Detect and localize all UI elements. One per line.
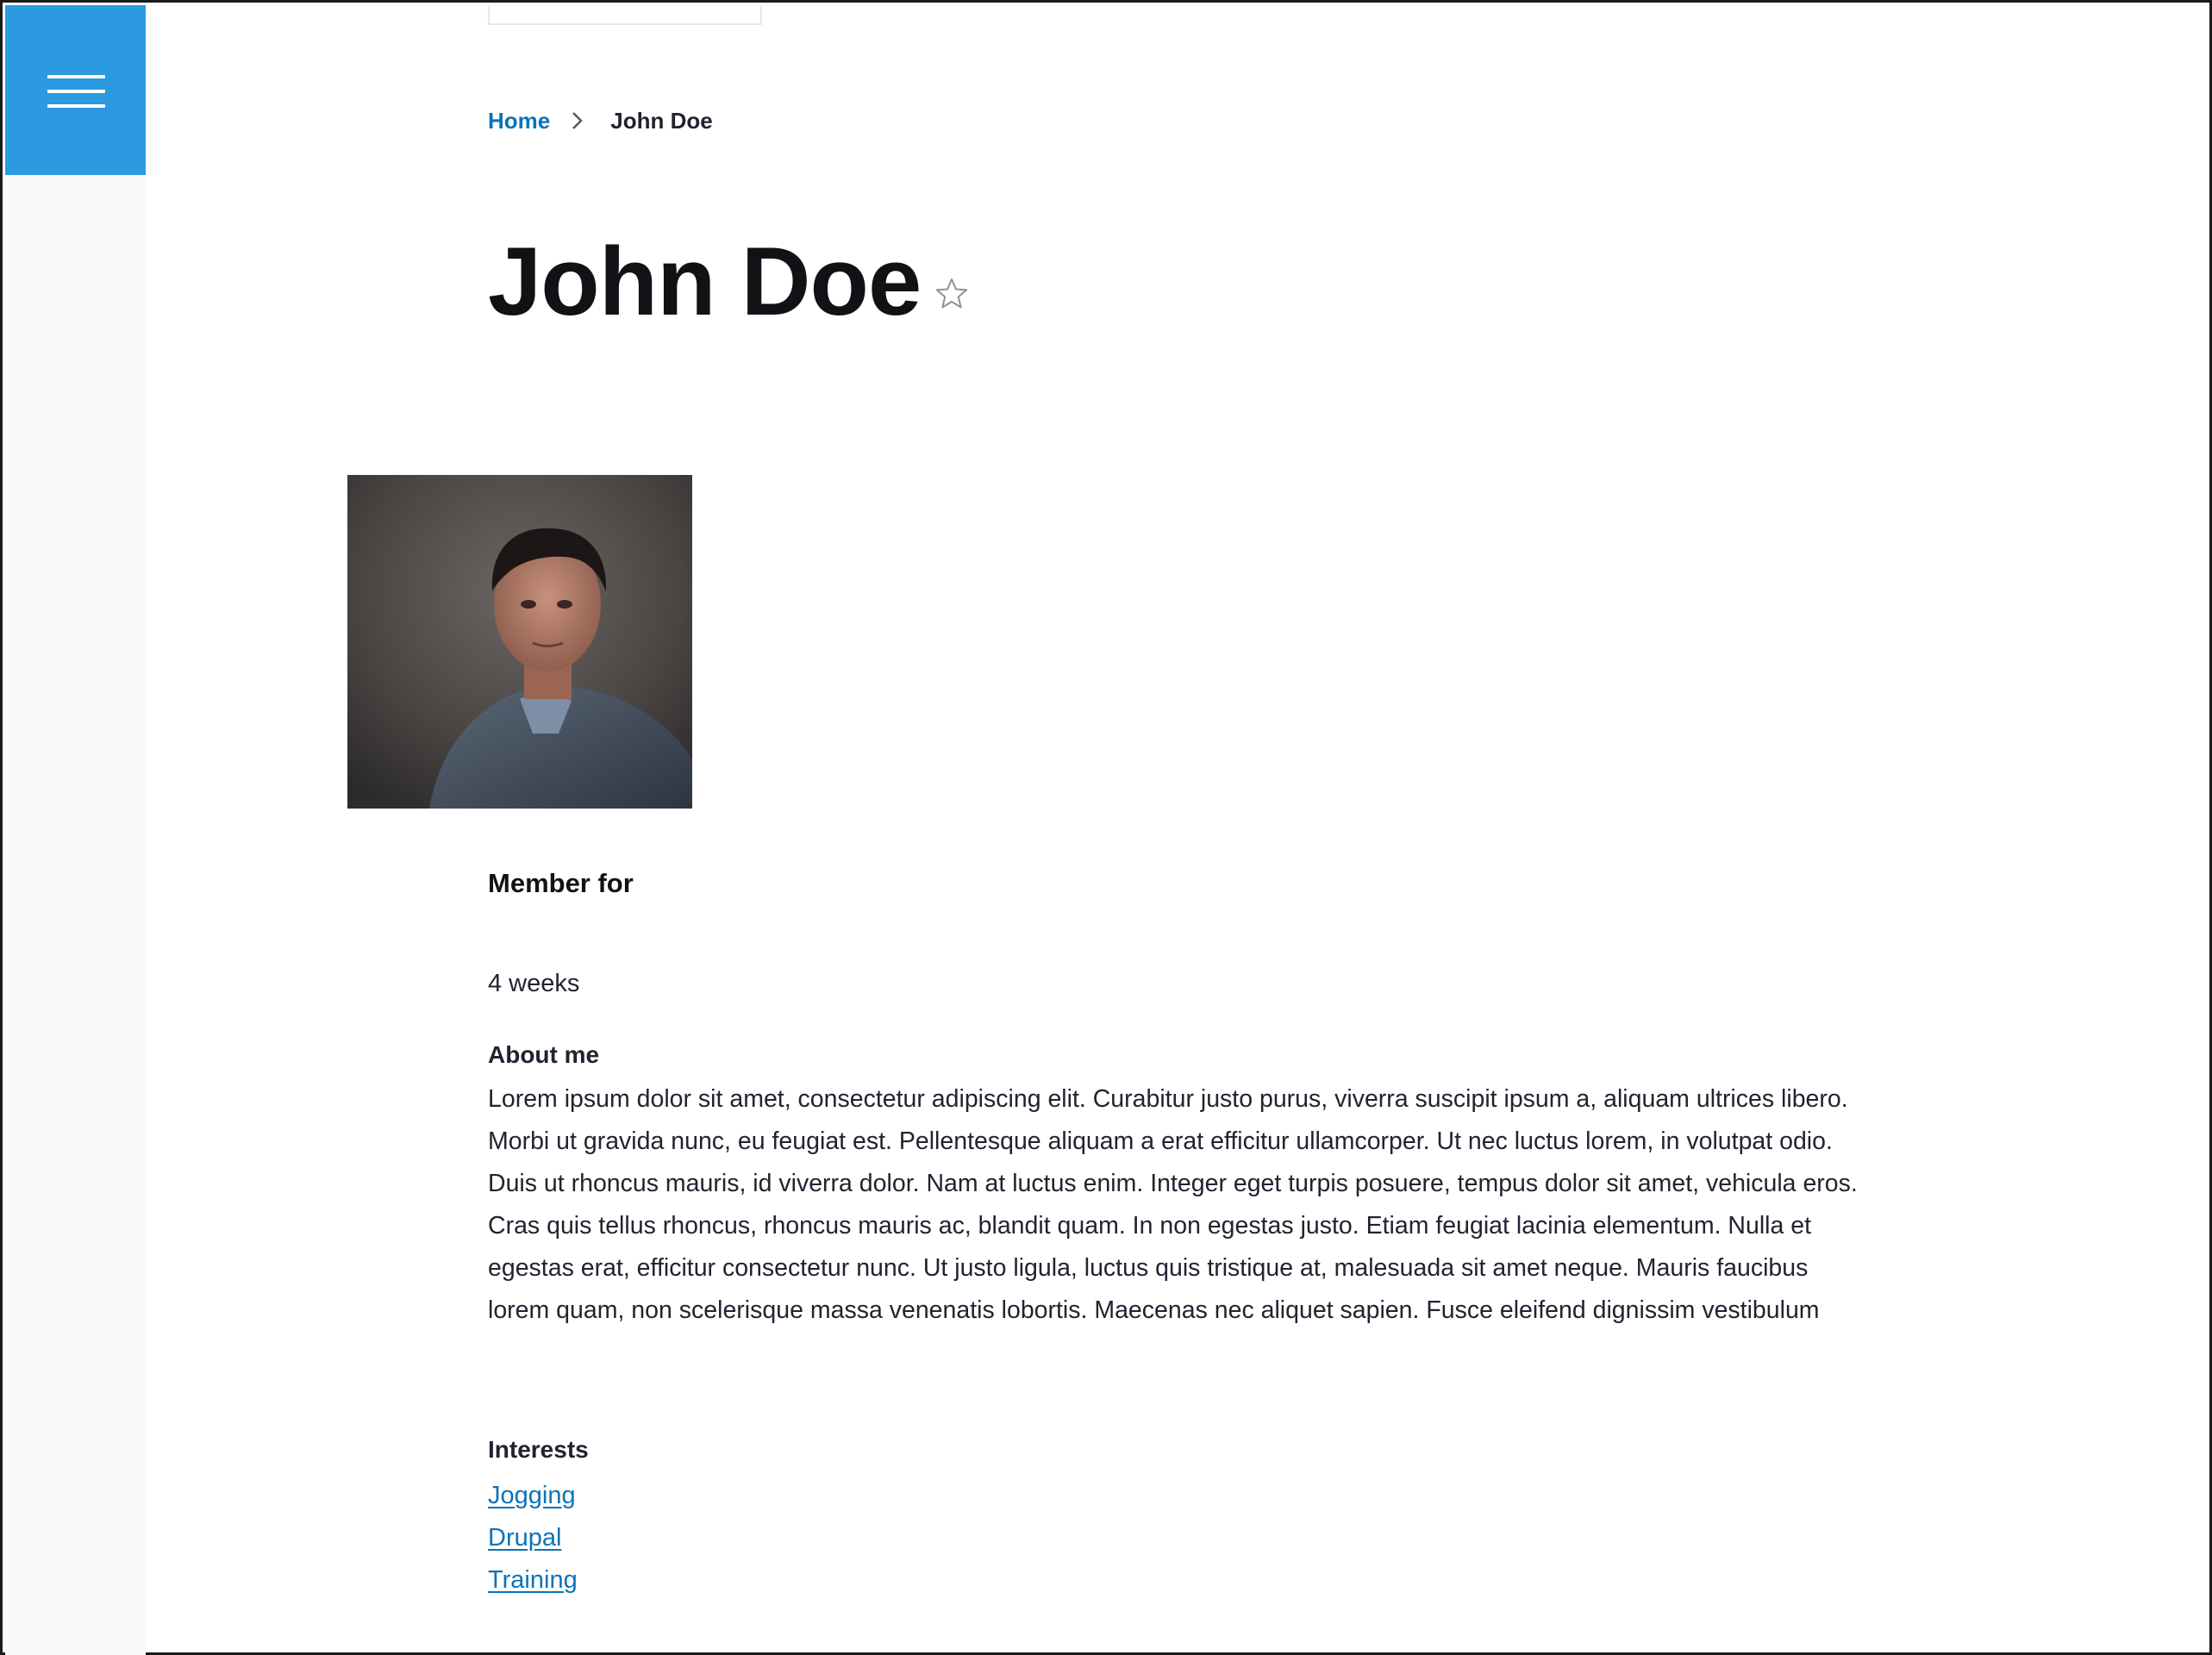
about-me-text: Lorem ipsum dolor sit amet, consectetur … [488,1085,1858,1324]
about-me-label: About me [488,1041,600,1068]
interests-section: Interests Jogging Drupal Training [488,1435,589,1602]
list-item: Drupal [488,1517,589,1559]
interests-list: Jogging Drupal Training [488,1475,589,1602]
top-tab-edge [488,5,762,25]
member-for-value: 4 weeks [488,970,580,997]
breadcrumb-home-link[interactable]: Home [488,108,550,134]
avatar [347,475,692,809]
interest-link-jogging[interactable]: Jogging [488,1482,576,1509]
breadcrumb-current: John Doe [610,107,713,134]
interests-label: Interests [488,1436,589,1463]
interest-link-drupal[interactable]: Drupal [488,1524,561,1552]
interest-link-training[interactable]: Training [488,1566,578,1594]
member-for-label: Member for [488,868,634,898]
breadcrumb: Home John Doe [488,106,713,135]
star-outline-icon[interactable] [934,277,969,311]
page-frame: Home John Doe John Doe Member for 4 week… [0,0,2212,1655]
about-me-section: About me Lorem ipsum dolor sit amet, con… [488,1040,1867,1332]
page-title: John Doe [488,228,922,335]
page-title-block: John Doe [488,218,969,330]
sidebar-rail [5,5,146,1655]
chevron-right-icon [571,110,605,131]
list-item: Training [488,1559,589,1602]
list-item: Jogging [488,1475,589,1517]
menu-toggle-button[interactable] [5,5,146,175]
